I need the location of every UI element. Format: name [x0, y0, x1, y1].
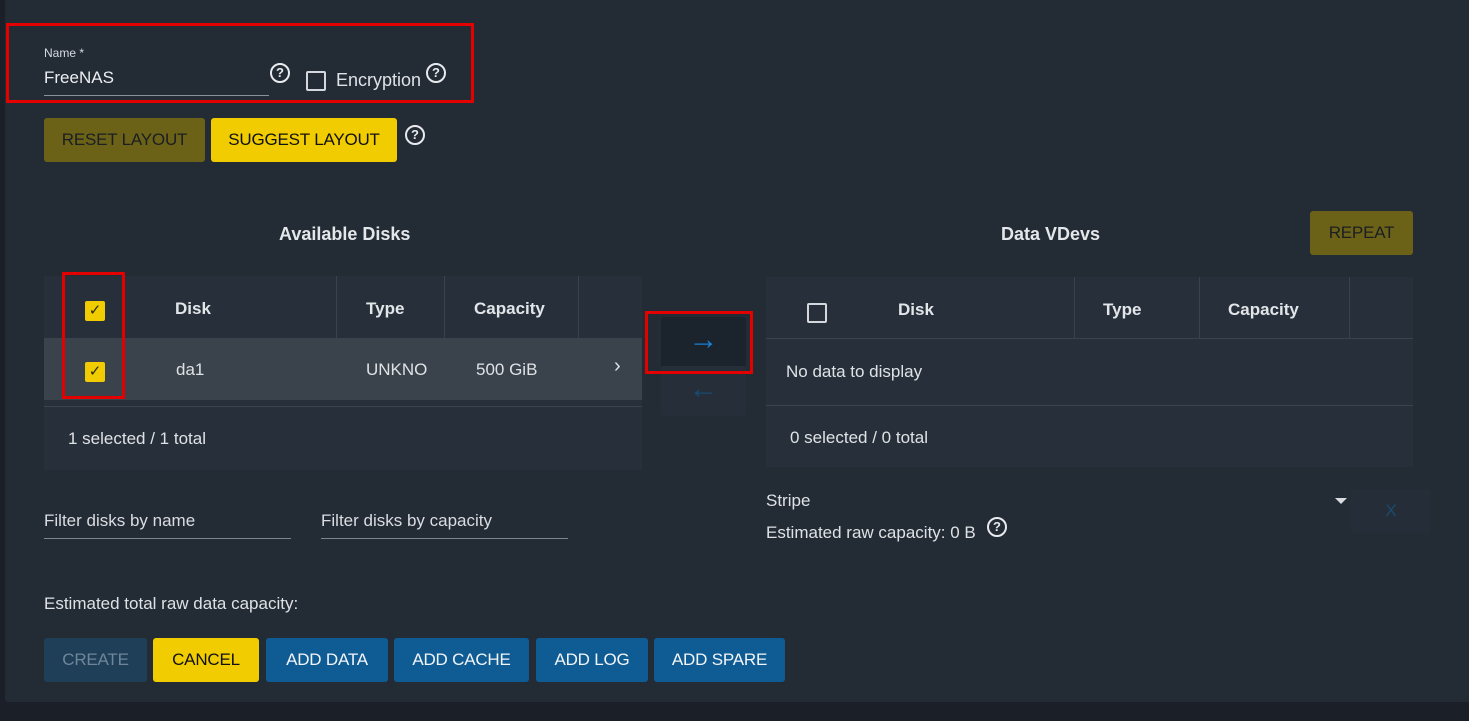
vdev-layout-chevron-down-icon[interactable] — [1335, 498, 1347, 504]
suggest-layout-button[interactable]: SUGGEST LAYOUT — [211, 118, 397, 162]
available-disks-title: Available Disks — [279, 224, 411, 244]
vdev-layout-select[interactable]: Stripe — [766, 491, 810, 511]
remove-vdev-button[interactable]: X — [1351, 489, 1431, 533]
add-log-button[interactable]: ADD LOG — [536, 638, 648, 682]
name-help-icon[interactable]: ? — [270, 63, 290, 83]
column-header-capacity[interactable]: Capacity — [474, 299, 545, 319]
vdev-empty-text: No data to display — [786, 362, 923, 381]
row-type: UNKNO — [366, 360, 428, 379]
vdev-column-header-type[interactable]: Type — [1103, 300, 1141, 320]
data-vdevs-table: Disk Type Capacity No data to display 0 … — [766, 277, 1413, 467]
row-disk: da1 — [176, 360, 205, 379]
cancel-button[interactable]: CANCEL — [153, 638, 259, 682]
add-data-button[interactable]: ADD DATA — [266, 638, 388, 682]
vdev-column-header-capacity[interactable]: Capacity — [1228, 300, 1299, 320]
filter-disks-by-name-input[interactable]: Filter disks by name — [44, 511, 291, 539]
row-expand-chevron-icon[interactable]: › — [614, 355, 621, 378]
filter-disks-by-capacity-input[interactable]: Filter disks by capacity — [321, 511, 568, 539]
column-header-type[interactable]: Type — [366, 299, 404, 319]
select-all-available-checkbox[interactable]: ✓ — [85, 301, 105, 321]
name-input[interactable]: FreeNAS — [44, 66, 269, 96]
encryption-checkbox[interactable] — [306, 71, 326, 91]
available-disks-table: ✓ Disk Type Capacity ✓ da1 UNKNO 500 GiB… — [44, 276, 642, 470]
vdev-column-header-disk[interactable]: Disk — [898, 300, 934, 320]
move-right-arrow-icon[interactable]: → — [661, 317, 746, 367]
encryption-help-icon[interactable]: ? — [426, 63, 446, 83]
estimated-raw-capacity: Estimated raw capacity: 0 B — [766, 523, 976, 542]
create-button[interactable]: CREATE — [44, 638, 147, 682]
data-vdevs-title: Data VDevs — [1001, 224, 1101, 244]
row-checkbox[interactable]: ✓ — [85, 362, 105, 382]
name-field-label: Name * — [44, 46, 85, 60]
estimated-total-capacity: Estimated total raw data capacity: — [44, 594, 299, 613]
move-left-arrow-icon[interactable]: ← — [661, 366, 746, 416]
suggest-layout-help-icon[interactable]: ? — [405, 125, 425, 145]
select-all-vdev-checkbox[interactable] — [807, 303, 827, 323]
column-header-disk[interactable]: Disk — [175, 299, 211, 319]
row-capacity: 500 GiB — [476, 360, 538, 379]
add-spare-button[interactable]: ADD SPARE — [654, 638, 785, 682]
data-vdevs-footer: 0 selected / 0 total — [790, 428, 928, 447]
available-disks-footer: 1 selected / 1 total — [68, 429, 206, 448]
reset-layout-button[interactable]: RESET LAYOUT — [44, 118, 205, 162]
repeat-button[interactable]: REPEAT — [1310, 211, 1413, 255]
encryption-label: Encryption — [336, 70, 422, 90]
raw-capacity-help-icon[interactable]: ? — [987, 517, 1007, 537]
table-row[interactable]: ✓ da1 UNKNO 500 GiB › — [44, 339, 642, 400]
add-cache-button[interactable]: ADD CACHE — [394, 638, 529, 682]
